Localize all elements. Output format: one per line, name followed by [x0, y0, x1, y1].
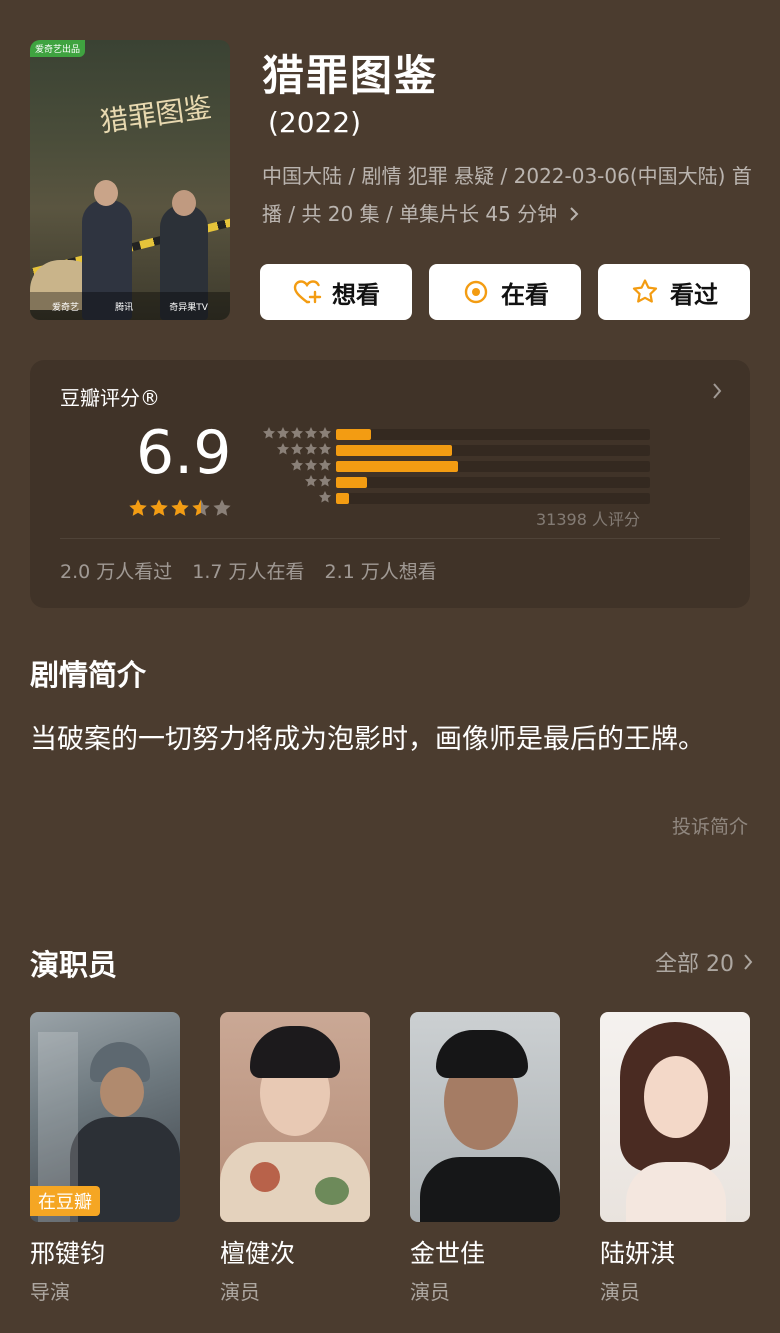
watch-stats: 2.0 万人看过 1.7 万人在看 2.1 万人想看 [60, 557, 437, 584]
cast-member[interactable]: 檀健次 演员 [220, 1012, 370, 1305]
distribution-track [336, 461, 650, 472]
watched-count: 2.0 万人看过 [60, 561, 173, 583]
distribution-stars [276, 442, 332, 456]
cast-name: 陆妍淇 [600, 1239, 676, 1268]
cast-list: 在豆瓣 邢键钧 导演 檀健次 演员 金世佳 演员 陆妍淇 演员 [30, 1012, 750, 1305]
star-icon [318, 443, 332, 455]
distribution-stars [290, 458, 332, 472]
star-icon [213, 499, 231, 516]
rating-title: 豆瓣评分® [60, 386, 160, 410]
action-buttons: 想看 在看 看过 [260, 264, 750, 320]
distribution-track [336, 445, 650, 456]
distribution-bar [336, 445, 453, 456]
distribution-bar [336, 429, 371, 440]
cast-member[interactable]: 在豆瓣 邢键钧 导演 [30, 1012, 180, 1305]
poster-badge: 爱奇艺出品 [30, 40, 86, 57]
star-icon [129, 499, 147, 516]
cast-all-link[interactable]: 全部 20 [655, 946, 754, 978]
star-icon [304, 475, 318, 487]
chevron-right-icon [569, 207, 579, 221]
star-outline-icon [632, 279, 658, 303]
cast-role: 演员 [600, 1280, 640, 1304]
cast-member[interactable]: 陆妍淇 演员 [600, 1012, 750, 1305]
report-synopsis-link[interactable]: 投诉简介 [672, 812, 748, 839]
want-count: 2.1 万人想看 [324, 561, 437, 583]
distribution-bar [336, 493, 349, 504]
page-title: 猎罪图鉴 [262, 51, 439, 100]
rating-count: 31398 人评分 [536, 510, 640, 529]
cast-name: 檀健次 [220, 1239, 296, 1268]
distribution-stars [304, 474, 332, 488]
distribution-track [336, 429, 650, 440]
rating-card[interactable]: 豆瓣评分® 6.9 31398 人评分 2.0 万人看过 1.7 万人在看 2.… [30, 360, 750, 608]
star-icon [318, 491, 332, 503]
release-year: (2022) [268, 106, 362, 139]
chevron-right-icon [744, 954, 753, 970]
star-icon [290, 443, 304, 455]
star-icon [262, 427, 276, 439]
cast-role: 演员 [220, 1280, 260, 1304]
rating-score: 6.9 [136, 418, 232, 488]
show-meta[interactable]: 中国大陆 / 剧情 犯罪 悬疑 / 2022-03-06(中国大陆) 首播 / … [262, 157, 752, 233]
star-icon [304, 427, 318, 439]
divider [60, 538, 720, 539]
watched-label: 看过 [670, 280, 718, 309]
watching-button[interactable]: 在看 [429, 264, 581, 320]
cast-role: 演员 [410, 1280, 450, 1304]
synopsis-text: 当破案的一切努力将成为泡影时，画像师是最后的王牌。 [30, 724, 705, 755]
distribution-stars [318, 490, 332, 504]
distribution-bar [336, 477, 368, 488]
heart-plus-icon [293, 280, 322, 304]
distribution-stars [262, 426, 332, 440]
rating-stars [128, 498, 232, 518]
cast-role: 导演 [30, 1280, 70, 1304]
want-to-watch-label: 想看 [332, 280, 380, 309]
douban-tag: 在豆瓣 [30, 1186, 100, 1216]
star-icon [276, 443, 290, 455]
star-icon [290, 427, 304, 439]
watching-count: 1.7 万人在看 [192, 561, 305, 583]
star-icon [192, 499, 210, 516]
star-icon [150, 499, 168, 516]
cast-title: 演职员 [30, 948, 118, 982]
watched-button[interactable]: 看过 [598, 264, 750, 320]
cast-photo [220, 1012, 370, 1222]
star-icon [318, 475, 332, 487]
target-icon [464, 280, 488, 304]
distribution-bar [336, 461, 459, 472]
want-to-watch-button[interactable]: 想看 [260, 264, 412, 320]
cast-photo [600, 1012, 750, 1222]
cast-member[interactable]: 金世佳 演员 [410, 1012, 560, 1305]
distribution-track [336, 477, 650, 488]
star-icon [318, 427, 332, 439]
synopsis-title: 剧情简介 [30, 658, 147, 692]
distribution-track [336, 493, 650, 504]
cast-name: 金世佳 [410, 1239, 486, 1268]
cast-name: 邢键钧 [30, 1239, 106, 1268]
star-icon [276, 427, 290, 439]
poster-image[interactable]: 爱奇艺出品 猎罪图鉴 爱奇艺 腾讯 奇异果TV [30, 40, 230, 320]
star-icon [318, 459, 332, 471]
star-icon [304, 459, 318, 471]
watching-label: 在看 [501, 280, 549, 309]
star-icon [171, 499, 189, 516]
cast-photo [410, 1012, 560, 1222]
poster-title: 猎罪图鉴 [98, 90, 214, 139]
star-icon [290, 459, 304, 471]
poster-sponsors: 爱奇艺 腾讯 奇异果TV [30, 292, 230, 320]
star-icon [304, 443, 318, 455]
chevron-right-icon [713, 383, 722, 399]
